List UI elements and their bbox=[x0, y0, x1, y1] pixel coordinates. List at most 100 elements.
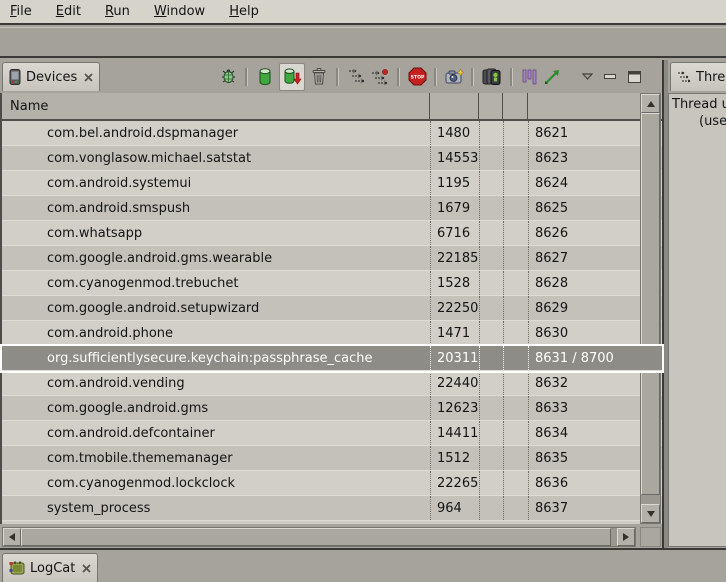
heap-cylinder-icon[interactable] bbox=[255, 66, 275, 88]
cell-name: com.google.android.gms bbox=[2, 396, 430, 420]
device-table-header[interactable]: Name bbox=[2, 93, 662, 121]
cell-name: com.google.android.setupwizard bbox=[2, 296, 430, 320]
cell-pid: 1195 bbox=[430, 171, 479, 195]
green-diagonal-arrow-icon[interactable] bbox=[542, 66, 562, 88]
cell-name: com.google.android.gms.wearable bbox=[2, 246, 430, 270]
column-header-ports[interactable] bbox=[528, 93, 640, 119]
cell-thread bbox=[503, 321, 528, 345]
cell-thread bbox=[503, 496, 528, 520]
table-row[interactable]: com.android.systemui11958624 bbox=[2, 171, 662, 196]
cell-name: com.tmobile.thememanager bbox=[2, 446, 430, 470]
column-header-thread[interactable] bbox=[503, 93, 528, 119]
cell-heap bbox=[479, 171, 503, 195]
vertical-scrollbar[interactable] bbox=[640, 93, 661, 524]
camera-icon[interactable] bbox=[444, 66, 464, 88]
chevron-down-icon[interactable] bbox=[580, 66, 594, 88]
cell-heap bbox=[479, 446, 503, 470]
cell-name: system_process bbox=[2, 496, 430, 520]
phone-icon bbox=[9, 69, 21, 85]
bug-icon[interactable] bbox=[218, 66, 238, 88]
cell-heap bbox=[479, 396, 503, 420]
threads-arrows-icon[interactable] bbox=[346, 66, 366, 88]
cell-thread bbox=[503, 171, 528, 195]
heap-cylinder-red-arrow-icon[interactable] bbox=[279, 63, 305, 91]
cell-thread bbox=[503, 196, 528, 220]
table-row[interactable]: com.google.android.gms126238633 bbox=[2, 396, 662, 421]
table-row[interactable]: system_process9648637 bbox=[2, 496, 662, 521]
table-row[interactable]: com.android.phone14718630 bbox=[2, 321, 662, 346]
stop-sign-icon[interactable]: STOP bbox=[407, 66, 427, 88]
maximize-icon[interactable] bbox=[626, 66, 642, 88]
column-header-name[interactable]: Name bbox=[2, 93, 430, 119]
table-row[interactable]: com.cyanogenmod.trebuchet15288628 bbox=[2, 271, 662, 296]
threads-panel: Thread updates not enabled for selected … bbox=[668, 93, 726, 547]
table-row[interactable]: com.android.defcontainer144118634 bbox=[2, 421, 662, 446]
scroll-right-button[interactable] bbox=[617, 528, 635, 546]
column-header-heap[interactable] bbox=[479, 93, 503, 119]
toolbar-separator bbox=[434, 68, 437, 86]
cell-thread bbox=[503, 296, 528, 320]
table-row[interactable]: com.android.smspush16798625 bbox=[2, 196, 662, 221]
menu-window[interactable]: Window bbox=[154, 4, 205, 19]
cell-heap bbox=[479, 146, 503, 170]
cell-pid: 1528 bbox=[430, 271, 479, 295]
cell-ports: 8631 / 8700 bbox=[528, 346, 640, 370]
tab-threads-label: Threads bbox=[696, 70, 726, 85]
scroll-down-button[interactable] bbox=[641, 504, 660, 523]
purple-bars-icon[interactable] bbox=[520, 66, 538, 88]
tab-logcat[interactable]: LogCat bbox=[2, 553, 98, 582]
table-row[interactable]: com.android.vending224408632 bbox=[2, 371, 662, 396]
close-icon[interactable] bbox=[82, 564, 91, 573]
close-icon[interactable] bbox=[84, 73, 93, 82]
cell-name: com.android.defcontainer bbox=[2, 421, 430, 445]
tab-devices[interactable]: Devices bbox=[2, 62, 100, 91]
horizontal-scrollbar-thumb[interactable] bbox=[21, 528, 611, 546]
toolbar-separator bbox=[245, 68, 248, 86]
scroll-left-button[interactable] bbox=[3, 528, 21, 546]
toolbar-separator bbox=[336, 68, 339, 86]
menu-run[interactable]: Run bbox=[105, 4, 130, 19]
cell-heap bbox=[479, 346, 503, 370]
table-row[interactable]: com.bel.android.dspmanager14808621 bbox=[2, 121, 662, 146]
menu-edit[interactable]: Edit bbox=[56, 4, 81, 19]
devices-toolbar: STOP bbox=[218, 62, 642, 91]
threads-tabstrip: Threads bbox=[668, 60, 726, 93]
phones-icon[interactable] bbox=[481, 66, 503, 88]
cell-thread bbox=[503, 246, 528, 270]
menu-file[interactable]: File bbox=[10, 4, 32, 19]
cell-ports: 8621 bbox=[528, 121, 640, 145]
column-header-pid[interactable] bbox=[430, 93, 479, 119]
cell-pid: 22250 bbox=[430, 296, 479, 320]
cell-heap bbox=[479, 221, 503, 245]
cell-heap bbox=[479, 271, 503, 295]
minimize-icon[interactable] bbox=[602, 66, 618, 88]
cell-pid: 1480 bbox=[430, 121, 479, 145]
threads-arrows-icon bbox=[677, 71, 691, 84]
table-row[interactable]: com.tmobile.thememanager15128635 bbox=[2, 446, 662, 471]
tab-threads[interactable]: Threads bbox=[670, 62, 726, 91]
table-row[interactable]: org.sufficientlysecure.keychain:passphra… bbox=[2, 346, 662, 371]
table-row[interactable]: com.whatsapp67168626 bbox=[2, 221, 662, 246]
cell-heap bbox=[479, 471, 503, 495]
table-row[interactable]: com.google.android.gms.wearable221858627 bbox=[2, 246, 662, 271]
cell-name: com.android.vending bbox=[2, 371, 430, 395]
menu-help[interactable]: Help bbox=[229, 4, 259, 19]
trash-icon[interactable] bbox=[309, 66, 329, 88]
cell-ports: 8634 bbox=[528, 421, 640, 445]
cell-heap bbox=[479, 371, 503, 395]
horizontal-scrollbar[interactable] bbox=[2, 527, 636, 547]
cell-ports: 8626 bbox=[528, 221, 640, 245]
cell-pid: 1512 bbox=[430, 446, 479, 470]
up-arrow-icon bbox=[647, 101, 655, 107]
vertical-scrollbar-thumb[interactable] bbox=[641, 113, 660, 495]
table-row[interactable]: com.cyanogenmod.lockclock222658636 bbox=[2, 471, 662, 496]
cell-name: com.whatsapp bbox=[2, 221, 430, 245]
table-row[interactable]: com.google.android.setupwizard222508629 bbox=[2, 296, 662, 321]
logcat-strip: LogCat bbox=[0, 548, 726, 577]
cell-thread bbox=[503, 396, 528, 420]
table-row[interactable]: com.vonglasow.michael.satstat145538623 bbox=[2, 146, 662, 171]
threads-arrows-red-dot-icon[interactable] bbox=[370, 66, 390, 88]
cell-pid: 20311 bbox=[430, 346, 479, 370]
cell-pid: 22185 bbox=[430, 246, 479, 270]
scroll-up-button[interactable] bbox=[641, 94, 660, 113]
